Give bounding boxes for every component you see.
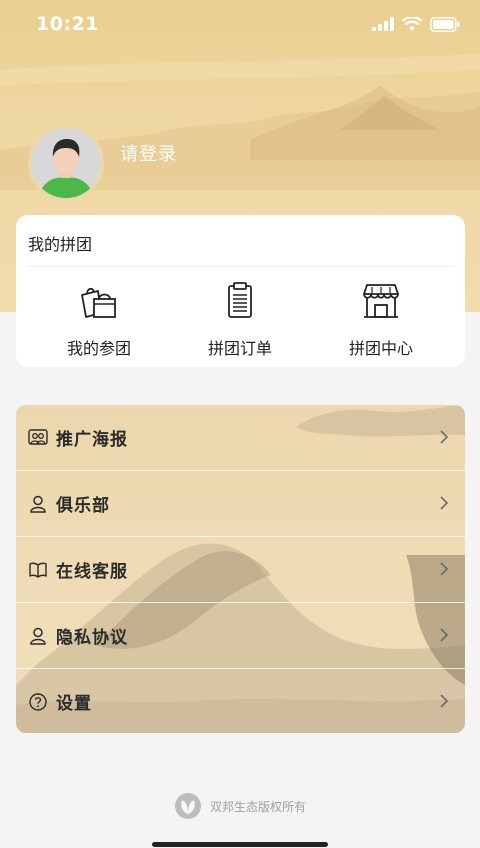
menu-item-label: 设置: [56, 694, 92, 714]
people-icon: [28, 428, 48, 445]
my-joined-groups-button[interactable]: 我的参团: [29, 279, 169, 359]
footer: 双邦生态版权所有: [0, 792, 480, 820]
avatar-person-icon: [31, 128, 101, 198]
chevron-right-icon: [440, 562, 449, 576]
avatar[interactable]: [28, 125, 104, 201]
chevron-right-icon: [440, 628, 449, 642]
person-icon: [30, 495, 46, 513]
chevron-right-icon: [440, 430, 449, 444]
group-item-label: 拼团订单: [207, 339, 272, 358]
group-card-title: 我的拼团: [28, 235, 93, 254]
person-icon: [30, 627, 46, 645]
menu-item-label: 隐私协议: [56, 628, 128, 648]
group-item-label: 我的参团: [66, 339, 131, 358]
wifi-icon: [402, 16, 422, 31]
status-bar: 10:21: [0, 0, 480, 48]
status-icons: [372, 16, 460, 32]
clipboard-icon: [228, 282, 252, 318]
menu-item-online-service[interactable]: 在线客服: [16, 537, 465, 602]
divider: [28, 266, 453, 267]
signal-icon: [372, 17, 394, 31]
menu-item-privacy[interactable]: 隐私协议: [16, 603, 465, 668]
battery-icon: [430, 16, 460, 32]
login-link[interactable]: 请登录: [120, 140, 177, 166]
menu-item-label: 在线客服: [56, 562, 128, 582]
group-orders-button[interactable]: 拼团订单: [170, 279, 310, 359]
menu-item-settings[interactable]: 设置: [16, 669, 465, 733]
shopping-bags-icon: [81, 287, 116, 318]
chevron-right-icon: [440, 496, 449, 510]
book-icon: [29, 562, 47, 578]
group-center-button[interactable]: 拼团中心: [311, 279, 451, 359]
store-icon: [363, 284, 399, 318]
group-card: 我的拼团 我的参团 拼团订单 拼团中心: [16, 215, 465, 367]
home-indicator: [152, 842, 328, 847]
menu-card: 推广海报 俱乐部 在线客服 隐私协议 设置: [16, 405, 465, 733]
copyright-text: 双邦生态版权所有: [209, 799, 306, 814]
status-time: 10:21: [36, 13, 99, 35]
question-icon: [29, 692, 47, 711]
group-item-label: 拼团中心: [348, 339, 413, 358]
chevron-right-icon: [440, 694, 449, 708]
menu-item-label: 俱乐部: [56, 496, 110, 516]
menu-item-label: 推广海报: [56, 430, 128, 450]
menu-item-promo-poster[interactable]: 推广海报: [16, 405, 465, 470]
leaf-logo-icon: [174, 793, 201, 819]
menu-item-club[interactable]: 俱乐部: [16, 471, 465, 536]
